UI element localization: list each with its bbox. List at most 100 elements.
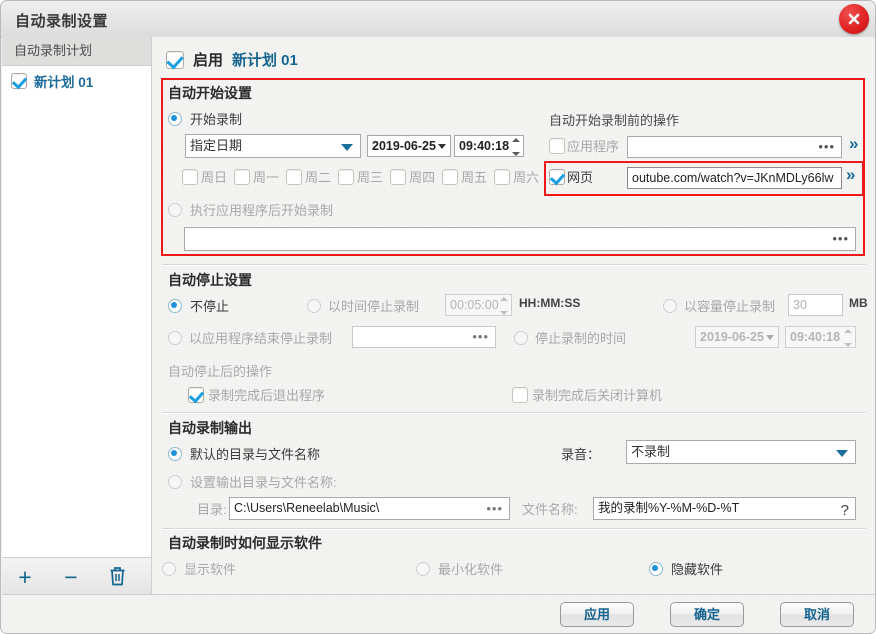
start-record-radio-row[interactable]: 开始录制 (168, 109, 242, 128)
pre-app-checkbox[interactable] (549, 137, 565, 154)
weekday-3-checkbox[interactable] (338, 168, 355, 185)
remove-plan-button[interactable]: − (48, 565, 94, 589)
stop-by-size-field[interactable]: 30 (788, 294, 843, 316)
audio-chevron-down-icon (836, 450, 848, 457)
stop-time-field[interactable]: 09:40:18 (785, 326, 856, 348)
sidebar-item-plan[interactable]: 新计划 01 (2, 66, 151, 96)
filename-input[interactable]: 我的录制%Y-%M-%D-%T ? (593, 497, 856, 520)
stop-by-time-format: HH:MM:SS (519, 296, 581, 310)
stop-at-time-radio[interactable] (514, 330, 528, 345)
stop-by-app-input[interactable]: ••• (352, 326, 496, 348)
cancel-button[interactable]: 取消 (780, 602, 854, 627)
no-stop-radio[interactable] (168, 298, 182, 313)
weekday-3[interactable]: 周三 (338, 167, 383, 186)
stop-by-app-radio[interactable] (168, 330, 182, 345)
stop-date-field[interactable]: 2019-06-25 (695, 326, 779, 348)
pre-web-value: outube.com/watch?v=JKnMDLy66lw (632, 171, 834, 185)
stop-by-time-field[interactable]: 00:05:00 (445, 294, 512, 316)
title-bar: 自动录制设置 (1, 1, 875, 38)
display-option-2-row[interactable]: 隐藏软件 (649, 559, 723, 578)
pre-web-row[interactable]: 网页 (549, 167, 593, 186)
after-stop-title: 自动停止后的操作 (168, 364, 273, 379)
exit-program-row[interactable]: 录制完成后退出程序 (188, 385, 325, 404)
pre-web-input[interactable]: outube.com/watch?v=JKnMDLy66lw (627, 167, 842, 189)
stop-by-time-spinner[interactable] (498, 297, 509, 315)
weekday-5-checkbox[interactable] (442, 168, 459, 185)
close-icon[interactable] (839, 4, 869, 34)
stop-by-size-radio[interactable] (663, 298, 677, 313)
stop-section-title: 自动停止设置 (168, 272, 252, 288)
pre-web-checkbox[interactable] (549, 168, 565, 185)
display-option-2-radio[interactable] (649, 561, 663, 576)
audio-select[interactable]: 不录制 (626, 440, 856, 464)
weekday-0-checkbox[interactable] (182, 168, 198, 185)
start-time-field[interactable]: 09:40:18 (454, 135, 524, 157)
stop-by-app-browse-icon[interactable]: ••• (472, 330, 489, 343)
default-path-row[interactable]: 默认的目录与文件名称 (168, 444, 320, 463)
after-app-input[interactable]: ••• (184, 227, 856, 251)
pre-app-row[interactable]: 应用程序 (549, 136, 619, 155)
stop-by-time-radio[interactable] (307, 298, 321, 313)
display-option-1-row[interactable]: 最小化软件 (416, 559, 503, 578)
weekday-4[interactable]: 周四 (390, 167, 435, 186)
audio-value: 不录制 (631, 444, 671, 459)
start-time-spinner[interactable] (510, 138, 521, 156)
stop-date-picker-icon[interactable] (766, 335, 774, 340)
weekday-4-label: 周四 (409, 170, 436, 185)
weekday-1-checkbox[interactable] (234, 168, 251, 185)
display-option-1-radio[interactable] (416, 561, 430, 576)
shutdown-pc-label: 录制完成后关闭计算机 (532, 388, 663, 403)
display-option-0-row[interactable]: 显示软件 (162, 559, 236, 578)
display-option-2-label: 隐藏软件 (671, 562, 724, 577)
help-icon[interactable]: ? (841, 500, 849, 519)
filename-label: 文件名称: (522, 502, 578, 517)
after-app-radio[interactable] (168, 202, 182, 217)
display-option-0-radio[interactable] (162, 561, 176, 576)
stop-date-value: 2019-06-25 (700, 330, 764, 344)
enable-plan-row[interactable]: 启用 新计划 01 (166, 49, 298, 70)
dir-browse-icon[interactable]: ••• (486, 502, 503, 515)
shutdown-pc-checkbox[interactable] (512, 386, 528, 403)
add-plan-button[interactable]: + (2, 565, 48, 589)
output-section-title: 自动录制输出 (168, 420, 252, 436)
custom-path-radio[interactable] (168, 474, 182, 489)
stop-at-time-row[interactable]: 停止录制的时间 (514, 328, 626, 347)
exit-program-checkbox[interactable] (188, 386, 204, 403)
shutdown-pc-row[interactable]: 录制完成后关闭计算机 (512, 385, 662, 404)
pre-app-label: 应用程序 (567, 139, 620, 154)
default-path-radio[interactable] (168, 446, 182, 461)
weekday-2[interactable]: 周二 (286, 167, 331, 186)
after-app-radio-row[interactable]: 执行应用程序后开始录制 (168, 200, 333, 219)
browse-icon[interactable]: ••• (818, 140, 835, 153)
weekday-1[interactable]: 周一 (234, 167, 279, 186)
plan-checkbox[interactable] (11, 73, 27, 89)
after-app-browse-icon[interactable]: ••• (832, 232, 849, 245)
custom-path-label: 设置输出目录与文件名称: (190, 475, 337, 490)
pre-app-input[interactable]: ••• (627, 136, 842, 158)
stop-by-size-value: 30 (793, 298, 807, 312)
trash-icon[interactable] (94, 565, 140, 590)
stop-by-size-row[interactable]: 以容量停止录制 (663, 296, 775, 315)
date-mode-value: 指定日期 (190, 138, 243, 153)
no-stop-row[interactable]: 不停止 (168, 296, 229, 315)
stop-by-app-row[interactable]: 以应用程序结束停止录制 (168, 328, 332, 347)
enable-plan-checkbox[interactable] (166, 50, 184, 69)
pre-app-expand-icon[interactable]: » (849, 135, 858, 152)
custom-path-row[interactable]: 设置输出目录与文件名称: (168, 472, 337, 491)
pre-web-expand-icon[interactable]: » (846, 166, 855, 183)
ok-button[interactable]: 确定 (670, 602, 744, 627)
weekday-5[interactable]: 周五 (442, 167, 487, 186)
weekday-2-checkbox[interactable] (286, 168, 303, 185)
date-picker-icon[interactable] (438, 144, 446, 149)
weekday-0[interactable]: 周日 (182, 167, 227, 186)
weekday-4-checkbox[interactable] (390, 168, 407, 185)
weekday-6-checkbox[interactable] (494, 168, 511, 185)
start-record-radio[interactable] (168, 111, 182, 126)
stop-by-time-row[interactable]: 以时间停止录制 (307, 296, 419, 315)
dir-input[interactable]: C:\Users\Reneelab\Music\ ••• (229, 497, 510, 520)
stop-time-spinner[interactable] (842, 329, 853, 347)
weekday-6[interactable]: 周六 (494, 167, 539, 186)
start-date-field[interactable]: 2019-06-25 (367, 135, 451, 157)
date-mode-select[interactable]: 指定日期 (185, 134, 361, 158)
apply-button[interactable]: 应用 (560, 602, 634, 627)
